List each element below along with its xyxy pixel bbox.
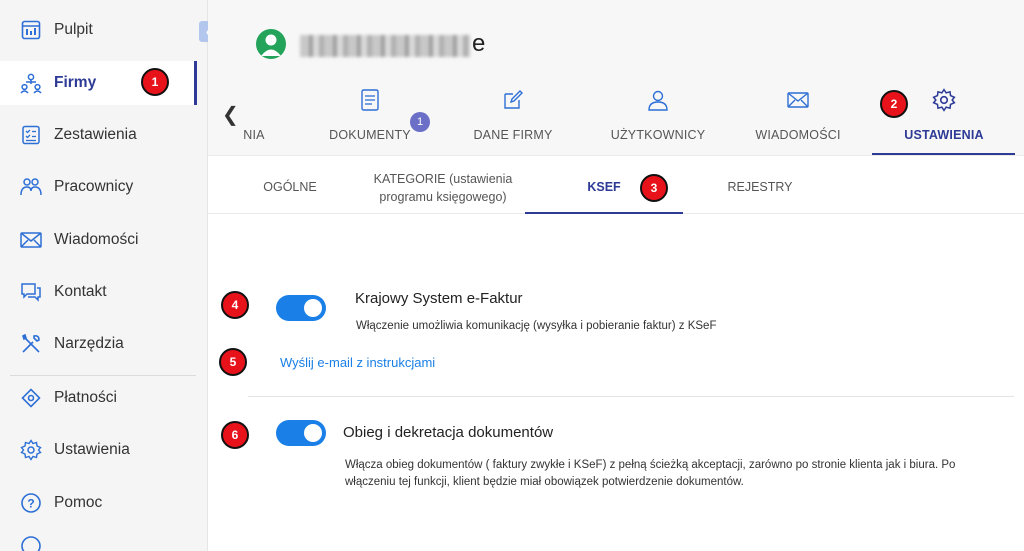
- sidebar-item-kontakt[interactable]: Kontakt: [0, 270, 196, 314]
- subtab-ogolne[interactable]: OGÓLNE: [260, 178, 320, 196]
- annotation-marker: 3: [640, 174, 668, 202]
- partial-icon: [20, 535, 42, 551]
- sidebar-item-label: Narzędzia: [54, 335, 124, 352]
- ksef-title: Krajowy System e-Faktur: [355, 290, 523, 307]
- ksef-description: Włączenie umożliwia komunikację (wysyłka…: [356, 320, 717, 332]
- workflow-toggle[interactable]: [276, 420, 326, 446]
- sidebar-item-label: Ustawienia: [54, 441, 130, 458]
- gear-icon: [20, 439, 42, 461]
- sidebar-item-label: Pulpit: [54, 21, 93, 38]
- sidebar-item-narzedzia[interactable]: Narzędzia: [0, 322, 196, 366]
- envelope-icon: [787, 86, 809, 114]
- annotation-marker: 1: [141, 68, 169, 96]
- user-icon: [261, 34, 281, 56]
- main-content: e ❮ NIA DOKUMENTY 1 DANE FIRMY UŻYTKOWNI…: [208, 0, 1024, 551]
- sidebar-item-label: Pomoc: [54, 494, 103, 511]
- payment-icon: [20, 387, 42, 409]
- sidebar-item-pulpit[interactable]: Pulpit: [0, 8, 196, 52]
- settings-divider: [248, 396, 1014, 397]
- company-header: e ❮ NIA DOKUMENTY 1 DANE FIRMY UŻYTKOWNI…: [208, 0, 1024, 155]
- tab-dokumenty[interactable]: DOKUMENTY: [320, 86, 420, 155]
- tab-wiadomosci[interactable]: WIADOMOŚCI: [748, 86, 848, 155]
- sidebar-item-wiadomosci[interactable]: Wiadomości: [0, 218, 196, 262]
- svg-text:?: ?: [27, 497, 34, 511]
- ksef-toggle[interactable]: [276, 295, 326, 321]
- active-subtab-indicator: [525, 212, 683, 214]
- company-avatar: [256, 29, 286, 59]
- company-name: e: [300, 30, 500, 62]
- annotation-marker: 5: [219, 348, 247, 376]
- sidebar-item-partial[interactable]: [0, 536, 196, 551]
- sidebar-item-pomoc[interactable]: ? Pomoc: [0, 481, 196, 525]
- employees-icon: [20, 176, 42, 198]
- subtab-ksef[interactable]: KSEF: [574, 178, 634, 196]
- sidebar-item-label: Płatności: [54, 389, 117, 406]
- settings-subtabs: OGÓLNE KATEGORIE (ustawienia programu ks…: [208, 155, 1024, 214]
- document-icon: [361, 86, 379, 114]
- companies-icon: [20, 72, 42, 94]
- envelope-icon: [20, 229, 42, 251]
- annotation-marker: 2: [880, 90, 908, 118]
- tab-ustawienia[interactable]: USTAWIENIA: [894, 86, 994, 155]
- workflow-title: Obieg i dekretacja dokumentów: [343, 424, 554, 441]
- chat-icon: [20, 281, 42, 303]
- edit-icon: [502, 86, 524, 114]
- sidebar-item-ustawienia[interactable]: Ustawienia: [0, 428, 196, 472]
- sidebar-item-label: Wiadomości: [54, 231, 139, 248]
- toggle-knob: [304, 424, 322, 442]
- dashboard-icon: [20, 19, 42, 41]
- sidebar-item-pracownicy[interactable]: Pracownicy: [0, 165, 196, 209]
- gear-icon: [932, 86, 956, 114]
- sidebar-item-platnosci[interactable]: Płatności: [0, 376, 196, 420]
- sidebar-item-label: Zestawienia: [54, 126, 137, 143]
- sidebar: Pulpit Firmy Zestawienia Pracownicy Wiad…: [0, 0, 208, 551]
- user-outline-icon: [647, 86, 669, 114]
- tab-partial[interactable]: NIA: [234, 86, 274, 155]
- sidebar-item-label: Kontakt: [54, 283, 107, 300]
- sidebar-item-label: Pracownicy: [54, 178, 134, 195]
- tab-uzytkownicy[interactable]: UŻYTKOWNICY: [608, 86, 708, 155]
- workflow-description: Włącza obieg dokumentów ( faktury zwykłe…: [345, 459, 956, 488]
- subtab-rejestry[interactable]: REJESTRY: [720, 178, 800, 196]
- sidebar-item-zestawienia[interactable]: Zestawienia: [0, 113, 196, 157]
- documents-count-badge: 1: [410, 112, 430, 132]
- help-icon: ?: [20, 492, 42, 514]
- send-instructions-link[interactable]: Wyślij e-mail z instrukcjami: [280, 355, 435, 370]
- sidebar-item-label: Firmy: [54, 74, 97, 91]
- checklist-icon: [20, 124, 42, 146]
- blurred-name: [300, 35, 470, 57]
- tools-icon: [20, 333, 42, 355]
- annotation-marker: 6: [221, 421, 249, 449]
- subtab-kategorie[interactable]: KATEGORIE (ustawienia programu księgoweg…: [368, 170, 518, 206]
- annotation-marker: 4: [221, 291, 249, 319]
- tab-dane-firmy[interactable]: DANE FIRMY: [463, 86, 563, 155]
- toggle-knob: [304, 299, 322, 317]
